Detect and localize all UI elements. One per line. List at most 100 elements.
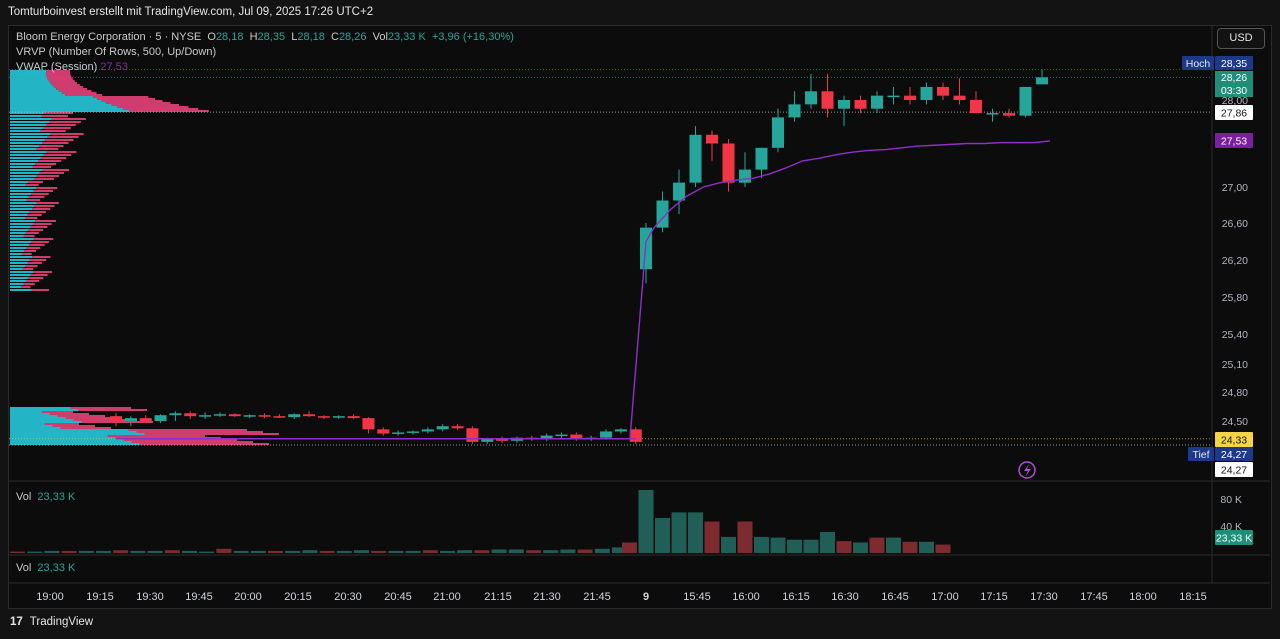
volume-profile-down-bar bbox=[41, 115, 68, 117]
volume-profile-up-bar bbox=[10, 214, 28, 216]
volume-profile-up-bar bbox=[10, 283, 24, 285]
volume-pane2-label: Vol bbox=[16, 562, 32, 574]
volume-profile-down-bar bbox=[47, 78, 73, 80]
volume-profile-down-bar bbox=[21, 286, 31, 288]
volume-profile-up-bar bbox=[10, 142, 43, 144]
vrvp-legend[interactable]: VRVP (Number Of Rows, 500, Up/Down) bbox=[16, 46, 216, 58]
volume-profile-up-bar bbox=[10, 175, 37, 177]
volume-bar bbox=[61, 550, 77, 553]
volume-profile-up-bar bbox=[10, 184, 26, 186]
volume-profile-down-bar bbox=[28, 196, 45, 198]
volume-profile-up-bar bbox=[10, 100, 102, 102]
volume-profile-down-bar bbox=[47, 136, 79, 138]
candle-body bbox=[124, 418, 137, 421]
volume-bar bbox=[671, 512, 687, 553]
volume-bar bbox=[113, 550, 129, 553]
volume-bar bbox=[704, 521, 720, 553]
volume-bar bbox=[44, 550, 60, 553]
volume-profile-up-bar bbox=[10, 202, 37, 204]
volume-profile-up-bar bbox=[10, 187, 37, 189]
candle-body bbox=[629, 429, 642, 442]
volume-profile-down-bar bbox=[30, 274, 48, 276]
volume-profile-down-bar bbox=[111, 104, 180, 106]
volume-profile-down-bar bbox=[107, 435, 205, 437]
volume-profile-down-bar bbox=[117, 106, 189, 108]
volume-profile-down-bar bbox=[28, 181, 43, 183]
vwap-legend[interactable]: VWAP (Session) 27,53 bbox=[16, 61, 128, 73]
volume-profile-up-bar bbox=[10, 124, 47, 126]
price-tag-27-86: 27,86 bbox=[1221, 108, 1247, 120]
volume-profile-up-bar bbox=[10, 166, 33, 168]
candle-body bbox=[377, 429, 390, 434]
volume-bar bbox=[268, 550, 283, 553]
volume-profile-up-bar bbox=[10, 277, 29, 279]
tradingview-footer[interactable]: 17 TradingView bbox=[10, 616, 93, 628]
x-axis-tick: 9 bbox=[643, 591, 649, 603]
volume-profile-up-bar bbox=[10, 178, 35, 180]
volume-profile-down-bar bbox=[92, 96, 149, 98]
volume-profile-up-bar bbox=[10, 145, 40, 147]
volume-profile-up-bar bbox=[10, 151, 47, 153]
volume-profile-up-bar bbox=[10, 433, 145, 435]
candle-body bbox=[421, 429, 434, 432]
volume-profile-down-bar bbox=[51, 84, 80, 86]
hoch-label: Hoch bbox=[1186, 58, 1211, 70]
x-axis-tick: 16:00 bbox=[732, 591, 760, 603]
candle-body bbox=[154, 415, 167, 421]
volume-profile-up-bar bbox=[10, 205, 35, 207]
x-axis-tick: 18:15 bbox=[1179, 591, 1207, 603]
volume-profile-down-bar bbox=[35, 163, 57, 165]
candle-body bbox=[706, 134, 718, 144]
candle-body bbox=[258, 415, 271, 417]
volume-profile-down-bar bbox=[41, 411, 73, 413]
volume-profile-down-bar bbox=[34, 205, 55, 207]
volume-profile-up-bar bbox=[10, 130, 41, 132]
candle-body bbox=[904, 95, 916, 100]
volume-profile-up-bar bbox=[10, 413, 50, 415]
volume-profile-up-bar bbox=[10, 425, 53, 427]
volume-profile-up-bar bbox=[10, 427, 61, 429]
candle-body bbox=[273, 416, 286, 418]
tradingview-logo-icon: 17 bbox=[10, 616, 23, 628]
volume-bar bbox=[422, 550, 438, 553]
x-axis-tick: 21:15 bbox=[484, 591, 512, 603]
volume-profile-up-bar bbox=[10, 78, 48, 80]
volume-bar bbox=[233, 550, 249, 553]
volume-profile-down-bar bbox=[31, 193, 49, 195]
ohlc-low: 28,18 bbox=[297, 31, 325, 43]
price-tag-24-27: 24,27 bbox=[1221, 465, 1247, 477]
candle-body bbox=[1036, 77, 1048, 85]
candle-body bbox=[722, 143, 735, 183]
candlestick-chart[interactable]: 28,0027,0026,6026,2025,8025,4025,1024,80… bbox=[0, 0, 1280, 639]
candle-body bbox=[805, 91, 817, 105]
volume-profile-down-bar bbox=[36, 148, 59, 150]
volume-profile-up-bar bbox=[10, 98, 98, 100]
volume-legend-value: 23,33 K bbox=[37, 491, 76, 503]
volume-profile-down-bar bbox=[33, 190, 53, 192]
price-tag-high: 28,35 bbox=[1221, 58, 1247, 70]
candle-body bbox=[1003, 113, 1015, 116]
price-axis-tick: 25,80 bbox=[1222, 292, 1248, 304]
volume-profile-up-bar bbox=[10, 253, 22, 255]
volume-profile-down-bar bbox=[97, 98, 156, 100]
volume-bar bbox=[508, 549, 524, 553]
volume-profile-up-bar bbox=[10, 429, 129, 431]
candle-body bbox=[451, 426, 464, 429]
x-axis-tick: 16:30 bbox=[831, 591, 859, 603]
candle-body bbox=[600, 431, 613, 438]
volume-profile-up-bar bbox=[10, 193, 32, 195]
x-axis-tick: 20:45 bbox=[384, 591, 412, 603]
volume-profile-down-bar bbox=[21, 253, 32, 255]
price-axis-tick: 26,20 bbox=[1222, 255, 1248, 267]
volume-profile-down-bar bbox=[122, 108, 199, 110]
x-axis-tick: 19:15 bbox=[86, 591, 114, 603]
volume-profile-down-bar bbox=[46, 124, 76, 126]
volume-profile-up-bar bbox=[10, 247, 27, 249]
volume-profile-down-bar bbox=[61, 92, 97, 94]
volume-profile-down-bar bbox=[101, 100, 163, 102]
currency-button[interactable]: USD bbox=[1217, 28, 1265, 49]
volume-profile-down-bar bbox=[23, 235, 35, 237]
volume-profile-up-bar bbox=[10, 439, 124, 441]
volume-profile-down-bar bbox=[81, 421, 153, 423]
candle-body bbox=[1019, 86, 1032, 116]
